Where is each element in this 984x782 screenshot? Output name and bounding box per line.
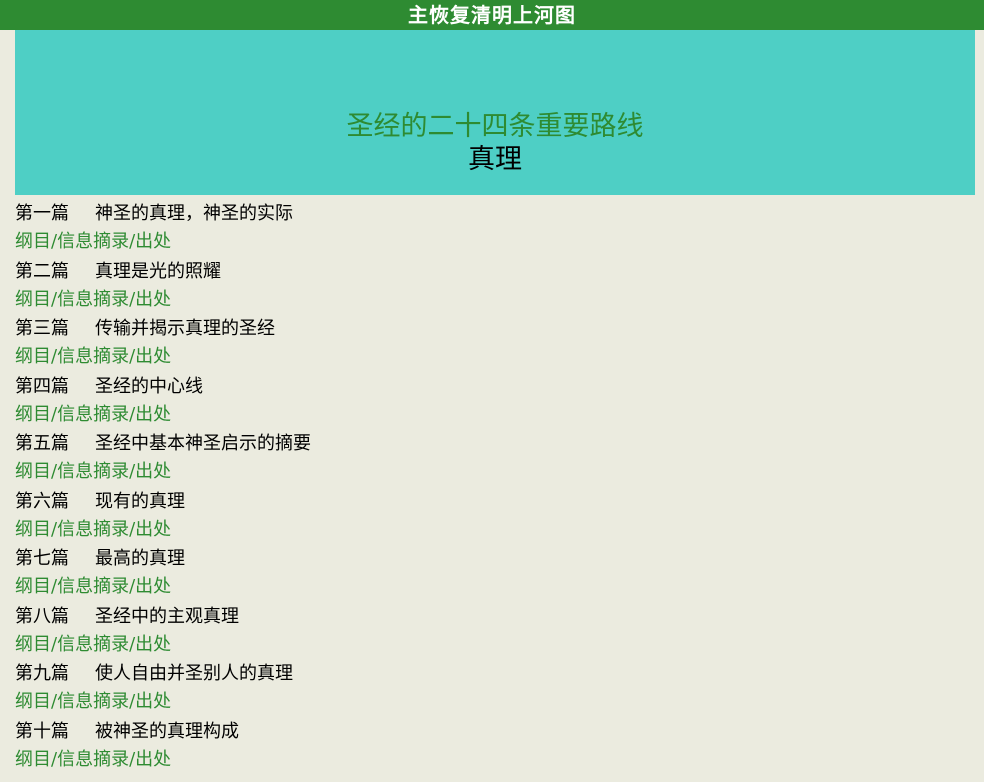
chapter-number: 第六篇 (15, 490, 69, 512)
chapter-item: 第四篇 圣经的中心线纲目/信息摘录/出处 (15, 372, 984, 430)
outline-link[interactable]: 纲目 (15, 346, 51, 367)
message-excerpt-link[interactable]: 信息摘录 (57, 749, 129, 770)
source-link[interactable]: 出处 (135, 231, 171, 252)
outline-link[interactable]: 纲目 (15, 519, 51, 540)
chapter-title: 第七篇 最高的真理 (15, 544, 984, 573)
chapter-name: 圣经的中心线 (95, 375, 203, 397)
source-link[interactable]: 出处 (135, 346, 171, 367)
message-excerpt-link[interactable]: 信息摘录 (57, 519, 129, 540)
chapter-item: 第五篇 圣经中基本神圣启示的摘要纲目/信息摘录/出处 (15, 429, 984, 487)
chapter-name: 圣经中基本神圣启示的摘要 (95, 433, 311, 454)
outline-link[interactable]: 纲目 (15, 231, 51, 252)
message-excerpt-link[interactable]: 信息摘录 (57, 404, 129, 425)
chapter-title: 第五篇 圣经中基本神圣启示的摘要 (15, 429, 984, 458)
chapter-links: 纲目/信息摘录/出处 (15, 286, 984, 314)
message-excerpt-link[interactable]: 信息摘录 (57, 289, 129, 310)
source-link[interactable]: 出处 (135, 519, 171, 540)
chapter-title: 第九篇 使人自由并圣别人的真理 (15, 659, 984, 688)
outline-link[interactable]: 纲目 (15, 289, 51, 310)
chapter-title: 第一篇 神圣的真理，神圣的实际 (15, 199, 984, 228)
outline-link[interactable]: 纲目 (15, 576, 51, 597)
chapter-links: 纲目/信息摘录/出处 (15, 228, 984, 256)
source-link[interactable]: 出处 (135, 289, 171, 310)
chapter-name: 现有的真理 (95, 490, 185, 512)
chapter-name: 圣经中的主观真理 (95, 605, 239, 627)
message-excerpt-link[interactable]: 信息摘录 (57, 576, 129, 597)
chapter-number: 第三篇 (15, 318, 69, 339)
chapter-title: 第六篇 现有的真理 (15, 487, 984, 516)
site-title: 主恢复清明上河图 (408, 3, 576, 27)
source-link[interactable]: 出处 (135, 404, 171, 425)
outline-link[interactable]: 纲目 (15, 749, 51, 770)
chapter-number: 第五篇 (15, 433, 69, 454)
outline-link[interactable]: 纲目 (15, 634, 51, 655)
chapter-item: 第六篇 现有的真理纲目/信息摘录/出处 (15, 487, 984, 545)
banner: 圣经的二十四条重要路线 真理 (15, 30, 975, 195)
chapter-item: 第七篇 最高的真理纲目/信息摘录/出处 (15, 544, 984, 602)
outline-link[interactable]: 纲目 (15, 461, 51, 482)
chapter-title: 第二篇 真理是光的照耀 (15, 257, 984, 286)
chapter-links: 纲目/信息摘录/出处 (15, 343, 984, 371)
source-link[interactable]: 出处 (135, 634, 171, 655)
chapter-number: 第九篇 (15, 663, 69, 684)
message-excerpt-link[interactable]: 信息摘录 (57, 231, 129, 252)
chapter-title: 第三篇 传输并揭示真理的圣经 (15, 314, 984, 343)
chapter-name: 使人自由并圣别人的真理 (95, 663, 293, 684)
outline-link[interactable]: 纲目 (15, 404, 51, 425)
chapter-title: 第十篇 被神圣的真理构成 (15, 717, 984, 746)
chapter-name: 神圣的真理，神圣的实际 (95, 203, 293, 224)
chapter-item: 第二篇 真理是光的照耀纲目/信息摘录/出处 (15, 257, 984, 315)
chapter-item: 第十篇 被神圣的真理构成纲目/信息摘录/出处 (15, 717, 984, 775)
source-link[interactable]: 出处 (135, 576, 171, 597)
chapter-list: 第一篇 神圣的真理，神圣的实际 纲目/信息摘录/出处 第二篇 真理是光的照耀 纲目/信息摘… (0, 195, 984, 774)
banner-subtitle: 真理 (468, 144, 522, 175)
chapter-number: 第一篇 (15, 203, 69, 224)
chapter-name: 最高的真理 (95, 548, 185, 569)
chapter-links: 纲目/信息摘录/出处 (15, 458, 984, 486)
message-excerpt-link[interactable]: 信息摘录 (57, 691, 129, 712)
chapter-item: 第三篇 传输并揭示真理的圣经纲目/信息摘录/出处 (15, 314, 984, 372)
chapter-title: 第八篇 圣经中的主观真理 (15, 602, 984, 631)
source-link[interactable]: 出处 (135, 749, 171, 770)
chapter-item: 第八篇 圣经中的主观真理纲目/信息摘录/出处 (15, 602, 984, 660)
chapter-title: 第四篇 圣经的中心线 (15, 372, 984, 401)
chapter-links: 纲目/信息摘录/出处 (15, 401, 984, 429)
source-link[interactable]: 出处 (135, 691, 171, 712)
chapter-item: 第九篇 使人自由并圣别人的真理纲目/信息摘录/出处 (15, 659, 984, 717)
outline-link[interactable]: 纲目 (15, 691, 51, 712)
chapter-number: 第七篇 (15, 548, 69, 569)
chapter-number: 第八篇 (15, 605, 69, 627)
chapter-links: 纲目/信息摘录/出处 (15, 516, 984, 544)
chapter-number: 第二篇 (15, 260, 69, 282)
message-excerpt-link[interactable]: 信息摘录 (57, 346, 129, 367)
chapter-links: 纲目/信息摘录/出处 (15, 573, 984, 601)
chapter-links: 纲目/信息摘录/出处 (15, 746, 984, 774)
message-excerpt-link[interactable]: 信息摘录 (57, 634, 129, 655)
chapter-links: 纲目/信息摘录/出处 (15, 631, 984, 659)
chapter-name: 传输并揭示真理的圣经 (95, 318, 275, 339)
chapter-name: 被神圣的真理构成 (95, 720, 239, 742)
chapter-name: 真理是光的照耀 (95, 260, 221, 282)
chapter-links: 纲目/信息摘录/出处 (15, 688, 984, 716)
chapter-item: 第一篇 神圣的真理，神圣的实际纲目/信息摘录/出处 (15, 199, 984, 257)
chapter-number: 第四篇 (15, 375, 69, 397)
site-header: 主恢复清明上河图 (0, 0, 984, 30)
banner-title: 圣经的二十四条重要路线 (346, 111, 644, 142)
chapter-number: 第十篇 (15, 720, 69, 742)
message-excerpt-link[interactable]: 信息摘录 (57, 461, 129, 482)
source-link[interactable]: 出处 (135, 461, 171, 482)
